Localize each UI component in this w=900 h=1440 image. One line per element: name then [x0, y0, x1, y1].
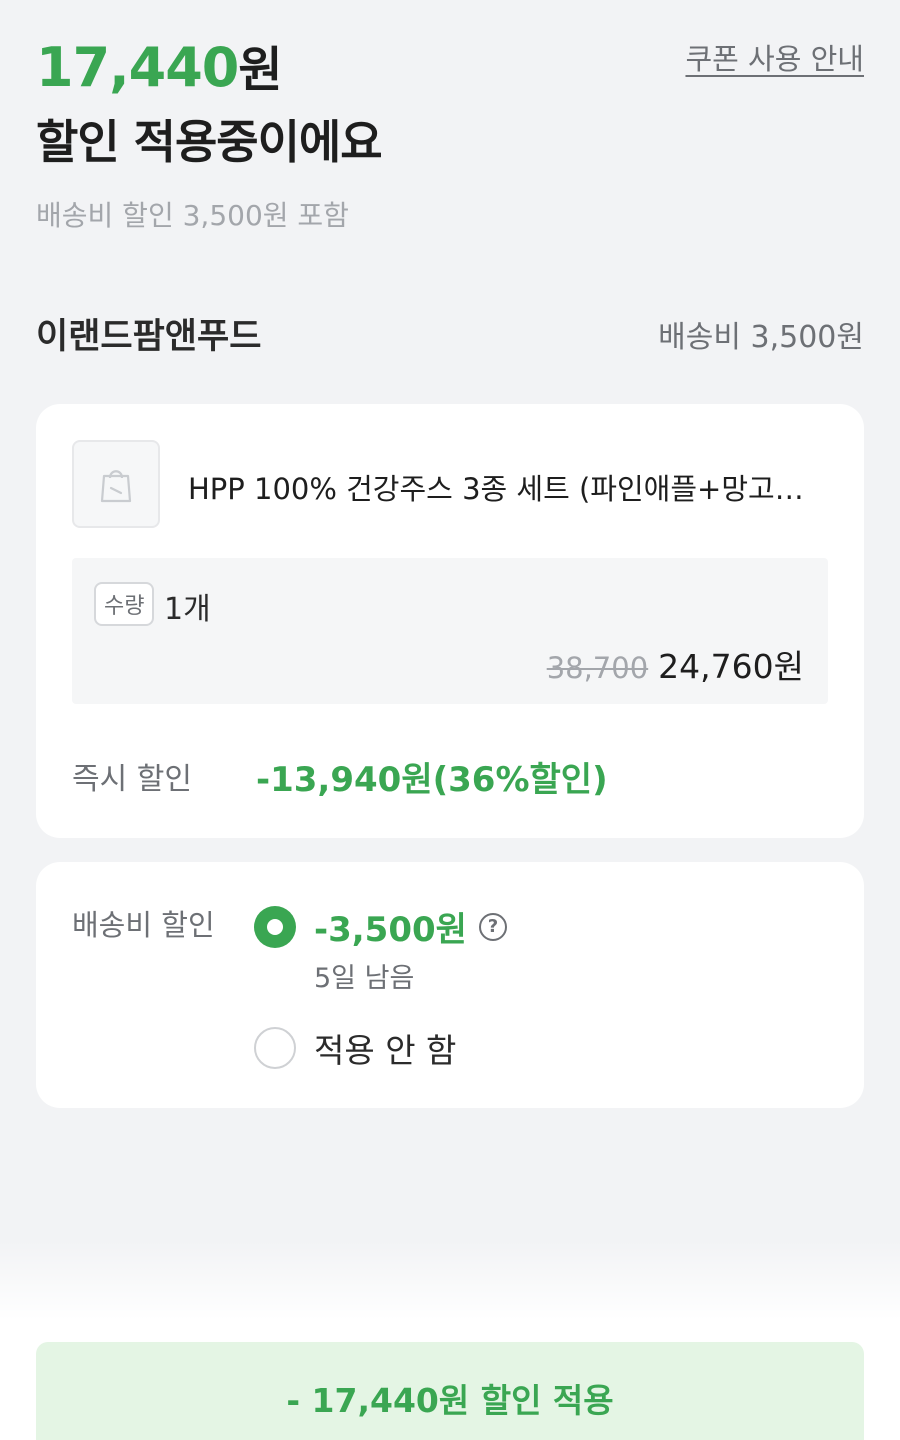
product-card: HPP 100% 건강주스 3종 세트 (파인애플+망고+당... 수량 1개 … [36, 404, 864, 838]
coupon-page: 17,440 원 할인 적용중이에요 배송비 할인 3,500원 포함 쿠폰 사… [0, 0, 900, 1440]
quantity-badge: 수량 [94, 582, 155, 626]
radio-selected[interactable] [254, 905, 296, 948]
shipping-discount-option-apply[interactable]: -3,500원 ? [254, 902, 507, 951]
instant-discount-value: -13,940원(36%할인) [256, 760, 608, 800]
original-price: 38,700 [546, 651, 649, 685]
apply-discount-button[interactable]: - 17,440원 할인 적용 [36, 1342, 864, 1440]
seller-name: 이랜드팜앤푸드 [36, 317, 262, 357]
price-line: 38,700 24,760원 [547, 640, 804, 688]
discount-summary: 17,440 원 할인 적용중이에요 배송비 할인 3,500원 포함 [36, 30, 383, 234]
sale-price: 24,760원 [658, 647, 804, 686]
shipping-discount-option-none[interactable]: 적용 안 함 [254, 1024, 456, 1072]
question-circle-icon[interactable]: ? [478, 912, 507, 941]
seller-row: 이랜드팜앤푸드 배송비 3,500원 [36, 308, 864, 359]
quantity-price-box: 수량 1개 38,700 24,760원 [72, 558, 828, 704]
shipping-discount-label: 배송비 할인 [72, 908, 215, 942]
no-apply-label: 적용 안 함 [314, 1031, 457, 1070]
instant-discount-label: 즉시 할인 [72, 762, 192, 797]
shipping-discount-value: -3,500원 [314, 910, 467, 950]
quantity-value: 1개 [164, 592, 211, 627]
discount-amount-line: 17,440 원 [36, 30, 382, 100]
seller-shipping-fee: 배송비 3,500원 [658, 319, 864, 355]
shipping-discount-card: 배송비 할인 -3,500원 ? 5일 남음 적용 안 함 [36, 862, 864, 1108]
coupon-guide-link[interactable]: 쿠폰 사용 안내 [685, 36, 864, 78]
product-name: HPP 100% 건강주스 3종 세트 (파인애플+망고+당... [188, 472, 824, 506]
product-thumbnail [72, 440, 160, 528]
radio-unselected[interactable] [254, 1027, 296, 1069]
currency-unit: 원 [238, 42, 283, 98]
shopping-bag-icon [100, 470, 132, 503]
days-remaining: 5일 남음 [314, 963, 415, 994]
discount-amount: 17,440 [36, 36, 239, 99]
discount-subtext: 배송비 할인 3,500원 포함 [36, 199, 349, 232]
discount-headline: 할인 적용중이에요 [36, 115, 383, 169]
